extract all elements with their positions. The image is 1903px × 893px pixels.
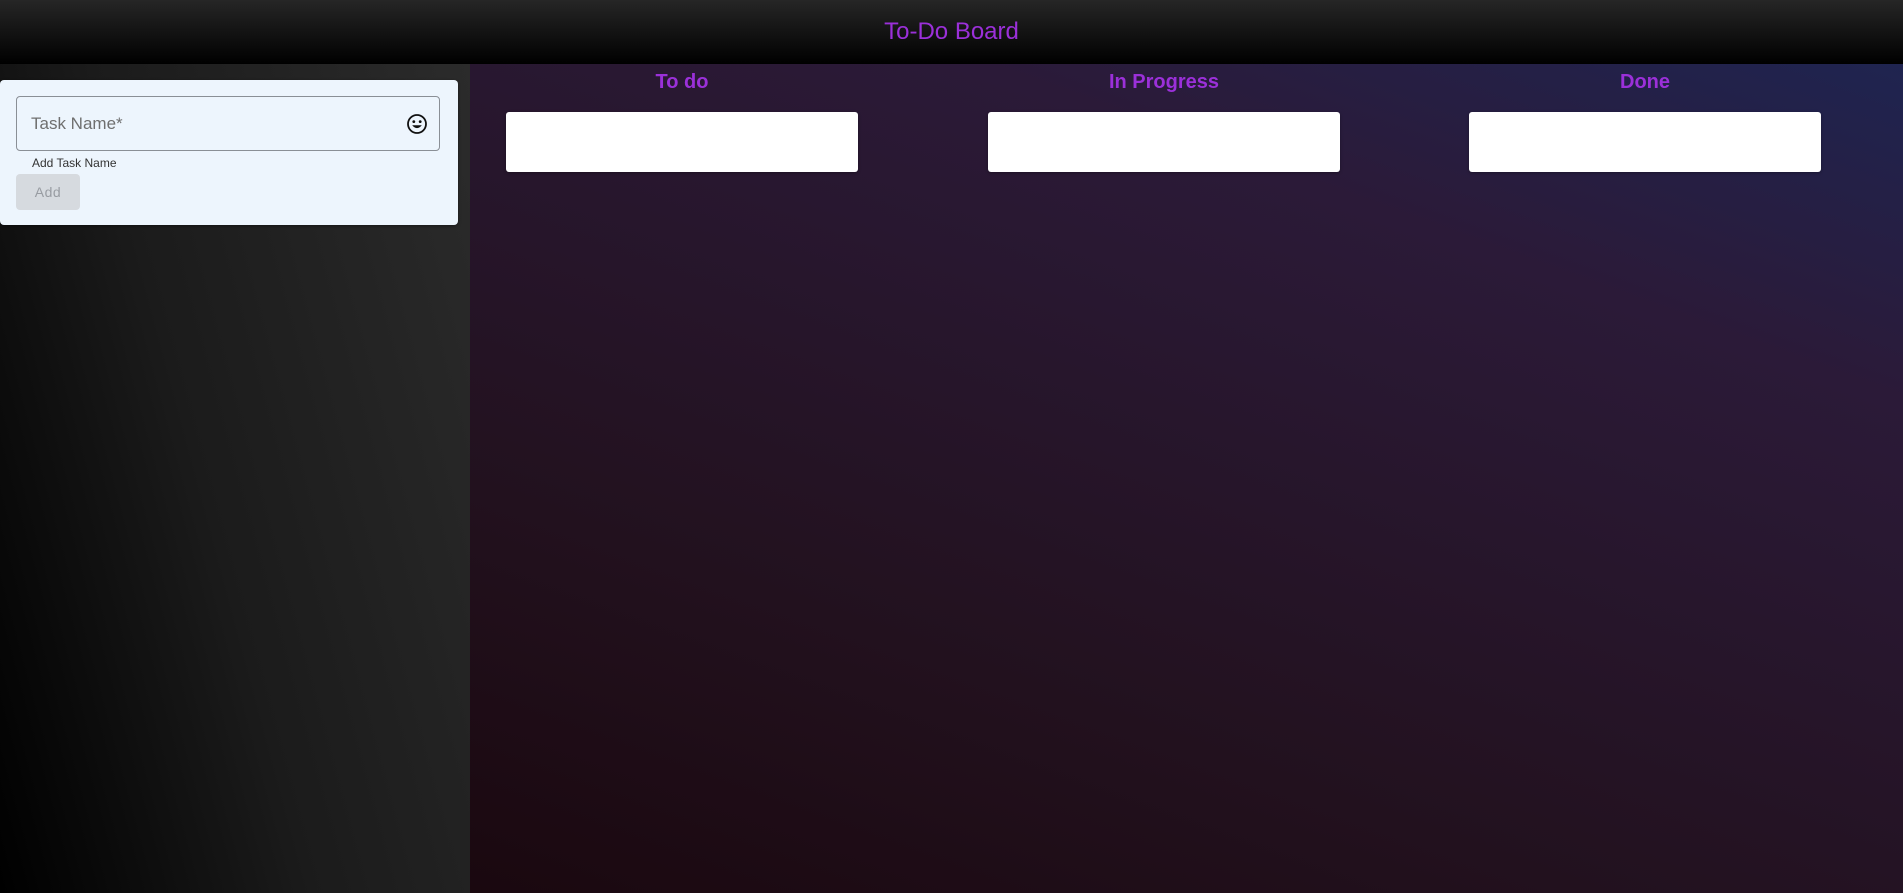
- drop-zone-done[interactable]: [1469, 112, 1821, 172]
- column-done: Done: [1469, 64, 1821, 893]
- add-task-button[interactable]: Add: [16, 174, 80, 210]
- task-name-field[interactable]: [16, 96, 440, 151]
- sidebar: Add Task Name Add: [0, 64, 470, 893]
- page-title: To-Do Board: [884, 18, 1019, 45]
- task-name-input[interactable]: [31, 97, 391, 150]
- column-title-in-progress: In Progress: [1108, 71, 1220, 93]
- column-todo: To do: [506, 64, 858, 893]
- column-title-done: Done: [1620, 71, 1670, 93]
- task-board: To do In Progress Done: [470, 64, 1903, 893]
- add-task-card: Add Task Name Add: [0, 80, 458, 225]
- smiley-face-icon[interactable]: [406, 113, 428, 135]
- column-title-todo: To do: [655, 71, 709, 93]
- column-in-progress: In Progress: [988, 64, 1340, 893]
- app-header: To-Do Board: [0, 0, 1903, 64]
- drop-zone-todo[interactable]: [506, 112, 858, 172]
- task-name-helper-text: Add Task Name: [32, 156, 117, 170]
- drop-zone-in-progress[interactable]: [988, 112, 1340, 172]
